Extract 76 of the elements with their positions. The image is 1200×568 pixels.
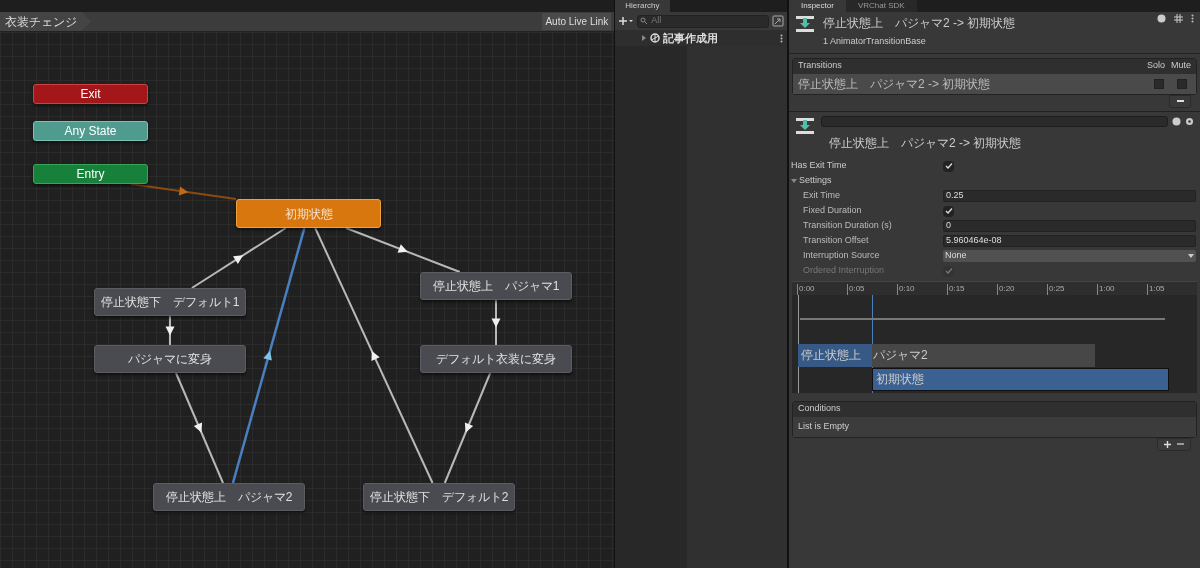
- transition-arrow[interactable]: [165, 315, 175, 346]
- transition-icon: [795, 115, 815, 136]
- plus-icon[interactable]: [1164, 440, 1171, 448]
- transition-arrow[interactable]: [190, 227, 287, 289]
- inspector-tab[interactable]: VRChat SDK: [845, 0, 917, 12]
- field-label: Transition Offset: [803, 234, 870, 248]
- checkbox[interactable]: [943, 160, 954, 172]
- transition-arrow[interactable]: [175, 372, 224, 484]
- time-tick-label: 0:00: [797, 283, 847, 295]
- help-icon[interactable]: [1157, 14, 1166, 23]
- transition-arrow[interactable]: [491, 299, 501, 346]
- more-options-icon[interactable]: [1191, 14, 1194, 23]
- transition-arrow[interactable]: [345, 227, 461, 273]
- state-node[interactable]: Entry: [33, 164, 148, 184]
- scene-name: 記事作成用: [663, 30, 720, 46]
- checkbox[interactable]: [943, 205, 954, 217]
- empty-list-text: List is Empty: [798, 419, 849, 433]
- field-label: Fixed Duration: [803, 204, 863, 218]
- hierarchy-tab[interactable]: Hierarchy: [615, 0, 670, 12]
- transition-icon: [795, 14, 815, 34]
- value-field[interactable]: 0.25: [943, 190, 1196, 202]
- time-tick-label: 1:05: [1147, 283, 1197, 295]
- field-label: Transition Duration (s): [803, 219, 893, 233]
- column-heading: Solo: [1146, 59, 1165, 73]
- list-heading: Conditions: [798, 402, 841, 416]
- caret-icon: [1188, 254, 1194, 258]
- time-tick-label: 0:05: [847, 283, 897, 295]
- state-node[interactable]: 停止状態下 デフォルト1: [94, 288, 246, 316]
- transition-name: 停止状態上 パジャマ2 -> 初期状態: [798, 75, 992, 93]
- transition-name-field[interactable]: [821, 115, 1168, 127]
- help-icon[interactable]: [1172, 116, 1181, 126]
- hierarchy-row[interactable]: 記事作成用: [615, 30, 787, 46]
- checkmark-icon: [944, 207, 953, 215]
- checkmark-icon: [944, 267, 953, 275]
- add-dropdown-icon[interactable]: [618, 16, 635, 26]
- timeline-bar[interactable]: 停止状態上 パジャマ2: [798, 343, 1095, 367]
- state-node[interactable]: パジャマに変身: [94, 345, 246, 373]
- checkmark-icon: [944, 162, 953, 170]
- field-label: Interruption Source: [803, 249, 881, 263]
- state-node[interactable]: デフォルト衣装に変身: [420, 345, 572, 373]
- auto-live-link-button[interactable]: Auto Live Link: [542, 13, 612, 30]
- foldout-arrow-icon: [791, 178, 797, 184]
- dropdown[interactable]: None: [943, 250, 1196, 262]
- time-tick-label: 0:10: [897, 283, 947, 295]
- transition-arrow[interactable]: [443, 372, 492, 484]
- inspector-tab[interactable]: Inspector: [789, 0, 846, 12]
- timeline-bar[interactable]: 初期状態: [872, 367, 1169, 391]
- time-tick-label: 1:00: [1097, 283, 1147, 295]
- settings-icon[interactable]: [1185, 116, 1194, 126]
- object-type: 1 AnimatorTransitionBase: [823, 35, 927, 48]
- state-node[interactable]: 停止状態上 パジャマ1: [420, 272, 572, 300]
- column-heading: Mute: [1171, 59, 1191, 73]
- time-tick-label: 0:20: [997, 283, 1047, 295]
- solo-toggle[interactable]: [1154, 78, 1164, 89]
- state-node[interactable]: Exit: [33, 84, 148, 104]
- transition-timeline[interactable]: 0:00 0:05 0:10 0:15 0:20 0:25 1:00 1:05 停止状態上 パジャマ2 初期状態: [792, 280, 1197, 393]
- field-label: Has Exit Time: [791, 159, 848, 173]
- minus-icon: [1176, 100, 1184, 102]
- value-field[interactable]: 0: [943, 220, 1196, 232]
- search-field[interactable]: All: [637, 14, 769, 28]
- breadcrumb[interactable]: 衣装チェンジ: [0, 12, 91, 31]
- time-tick-label: 0:25: [1047, 283, 1097, 295]
- value-field[interactable]: 5.960464e-08: [943, 235, 1196, 247]
- settings-foldout[interactable]: Settings: [791, 173, 1198, 189]
- transition-row[interactable]: 停止状態上 パジャマ2 -> 初期状態: [793, 73, 1196, 94]
- transition-subtitle: 停止状態上 パジャマ2 -> 初期状態: [829, 134, 1023, 152]
- time-tick-label: 0:15: [947, 283, 997, 295]
- expand-arrow-icon[interactable]: [641, 35, 648, 41]
- field-label: Exit Time: [803, 189, 841, 203]
- transition-arrow[interactable]: [314, 227, 434, 484]
- state-node[interactable]: 停止状態下 デフォルト2: [363, 483, 515, 511]
- transition-title: 停止状態上 パジャマ2 -> 初期状態: [823, 15, 1017, 32]
- state-node[interactable]: 停止状態上 パジャマ2: [153, 483, 305, 511]
- mute-toggle[interactable]: [1177, 78, 1187, 89]
- more-options-icon[interactable]: [780, 33, 783, 43]
- list-heading: Transitions: [798, 59, 843, 73]
